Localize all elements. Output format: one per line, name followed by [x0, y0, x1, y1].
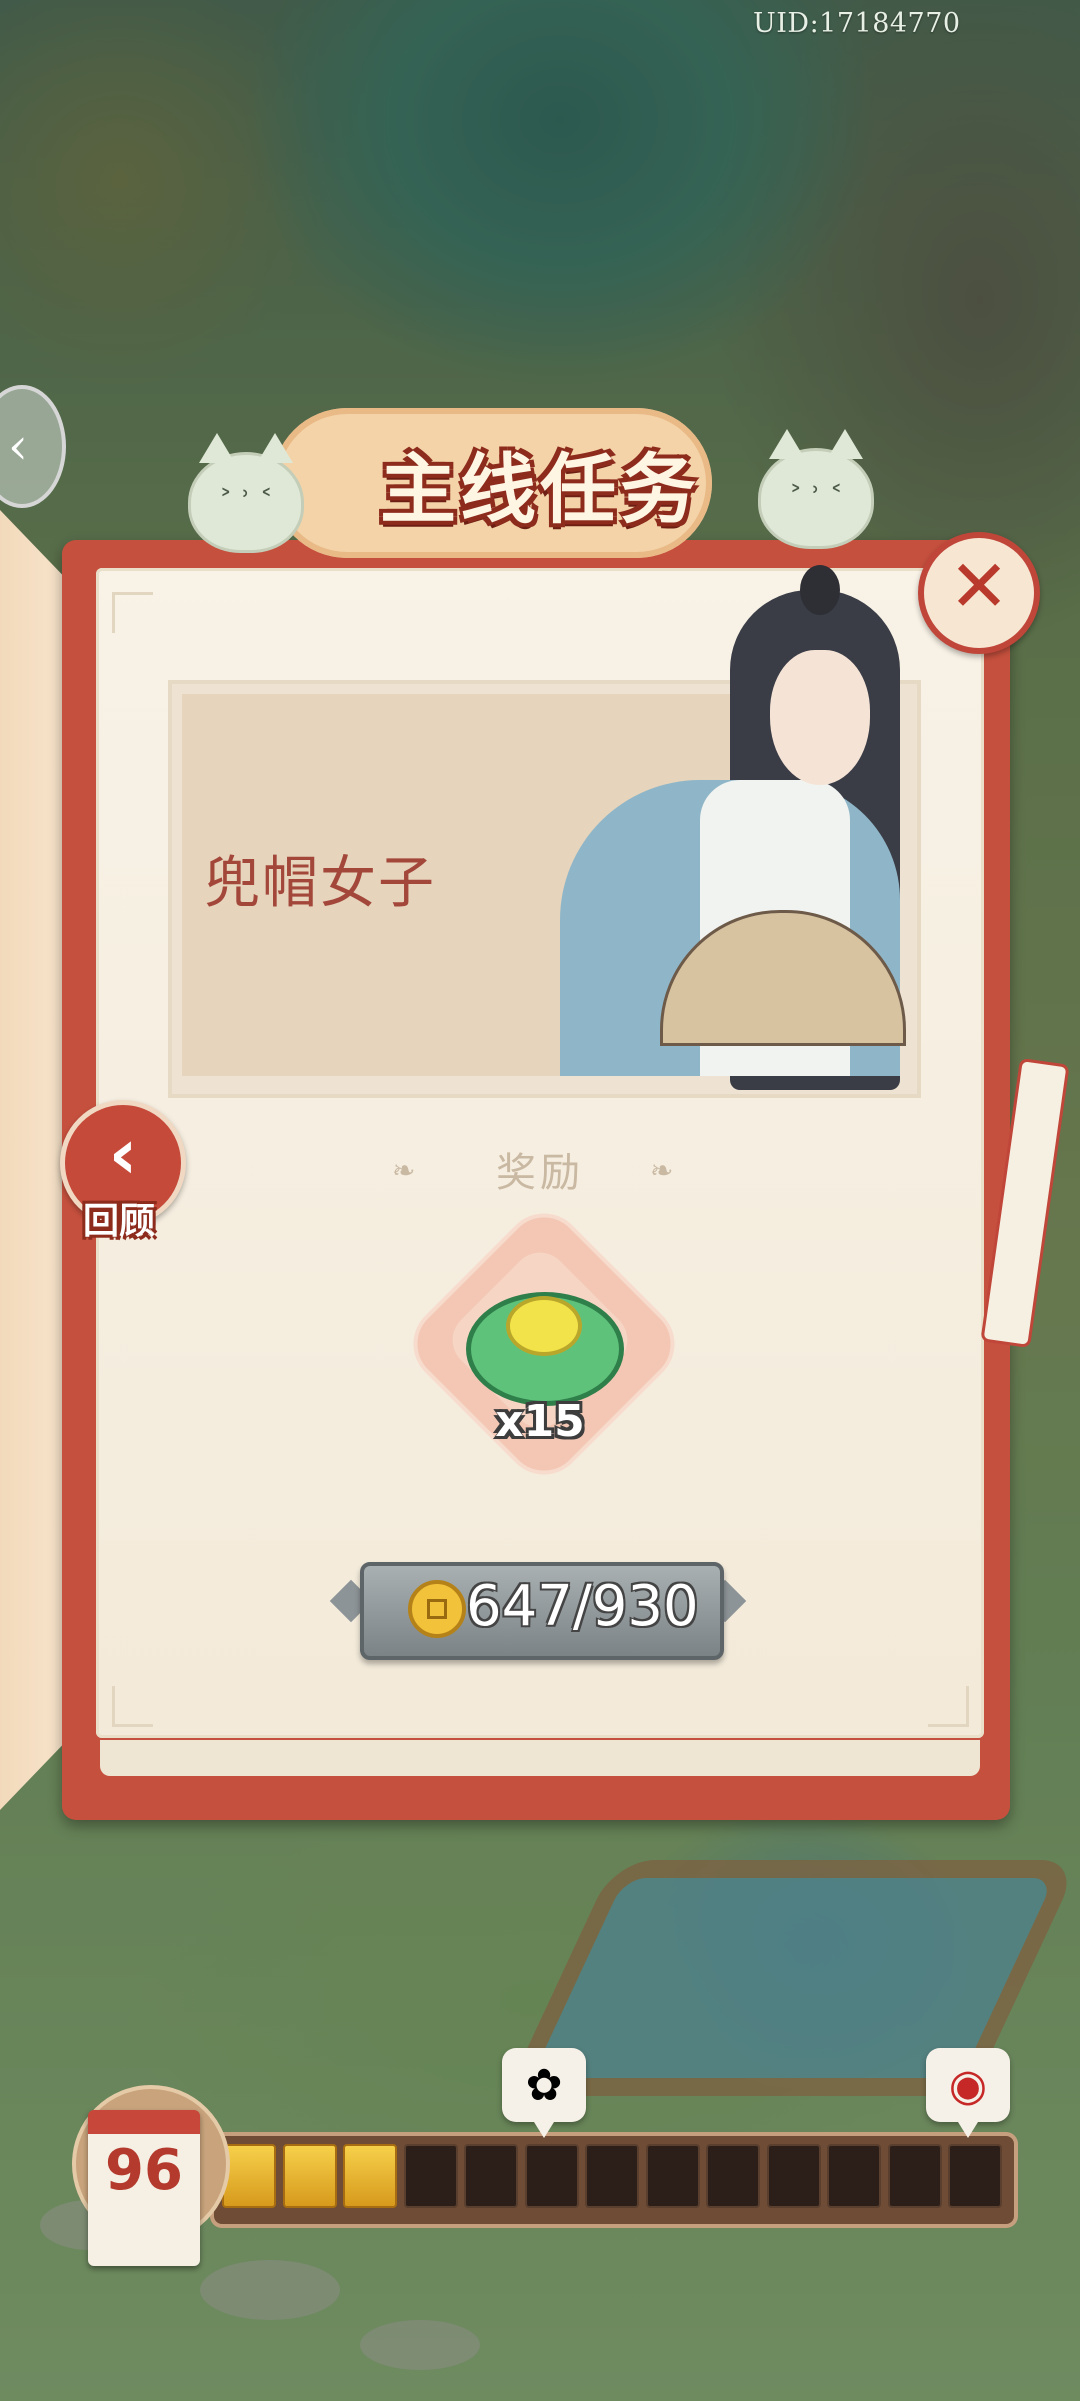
- close-button[interactable]: ✕: [918, 532, 1040, 654]
- progress-segment: [827, 2144, 881, 2208]
- progress-segment: [222, 2144, 276, 2208]
- day-number: 96: [105, 2138, 183, 2203]
- chevron-left-icon: ‹: [8, 417, 28, 475]
- reward-label: 奖励: [496, 1150, 584, 1196]
- chevron-left-icon: ‹: [108, 1113, 138, 1195]
- progress-segment: [585, 2144, 639, 2208]
- progress-segment: [343, 2144, 397, 2208]
- progress-segment: [887, 2144, 942, 2208]
- page-corner-ornament: [112, 592, 153, 633]
- progress-segment: [403, 2144, 458, 2208]
- panel-title: 主线任务: [380, 445, 700, 534]
- progress-segment: [948, 2144, 1002, 2208]
- reward-ornament-right: ❧: [650, 1154, 674, 1187]
- book-page-edge: [100, 1740, 980, 1776]
- cost-text: 647/930: [466, 1574, 699, 1639]
- story-title: 兜帽女子: [204, 851, 436, 916]
- cloud-jade-core: [506, 1296, 582, 1356]
- milestone-reward-2[interactable]: ◉: [926, 2048, 1010, 2138]
- progress-segment: [645, 2144, 700, 2208]
- red-box-icon: ◉: [948, 2060, 988, 2111]
- page-corner-ornament: [928, 1686, 969, 1727]
- milestone-reward-1[interactable]: ✿: [502, 2048, 586, 2138]
- reward-quantity: x15: [495, 1396, 585, 1447]
- progress-segment: [706, 2144, 760, 2208]
- page-corner-ornament: [112, 1686, 153, 1727]
- user-id: UID:17184770: [753, 8, 961, 39]
- reward-ornament-left: ❧: [392, 1154, 416, 1187]
- progress-segment: [524, 2144, 579, 2208]
- cotton-icon: ✿: [525, 2060, 563, 2111]
- progress-segment: [464, 2144, 518, 2208]
- progress-segment: [282, 2144, 337, 2208]
- close-icon: ✕: [948, 544, 1010, 628]
- cat-mascot-left: ˃ ʾ ˂: [188, 433, 304, 553]
- copper-coin-icon: [408, 1580, 466, 1638]
- progress-segment: [766, 2144, 821, 2208]
- review-label: 回顾: [82, 1200, 155, 1242]
